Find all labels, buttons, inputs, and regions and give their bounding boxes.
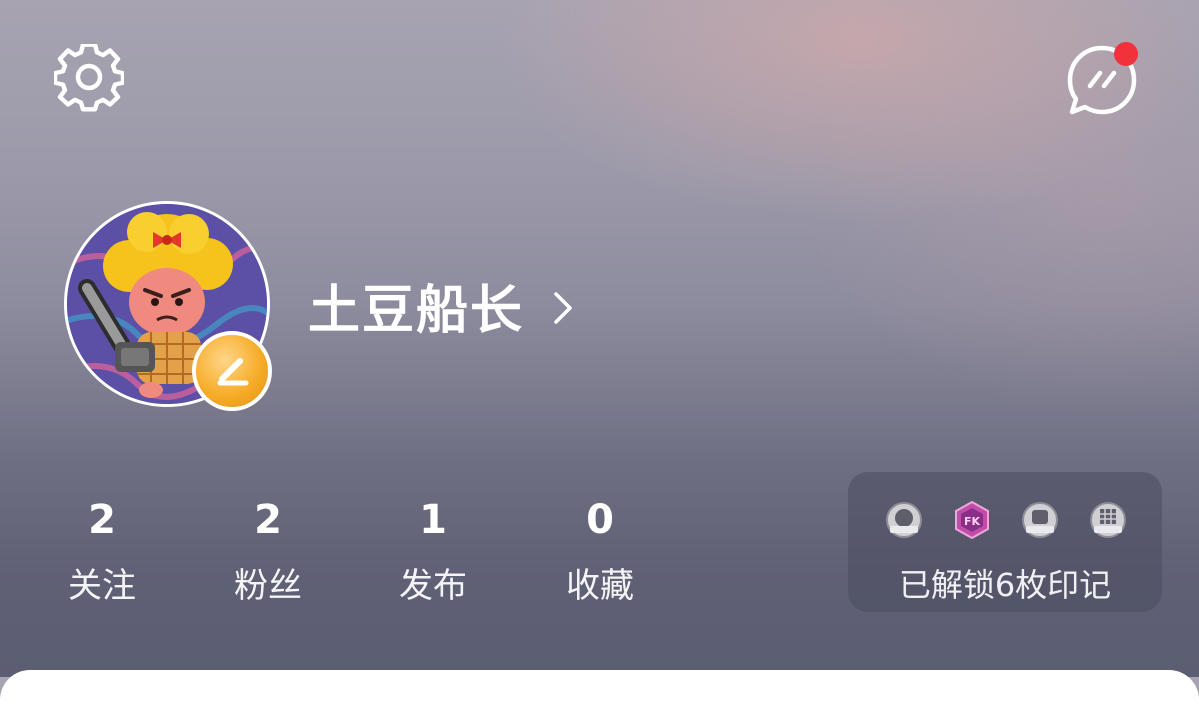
messages-button[interactable] (1064, 42, 1140, 118)
stat-followers[interactable]: 2 粉丝 (203, 496, 333, 608)
svg-text:FK: FK (964, 515, 981, 528)
verified-badge (192, 331, 272, 411)
stat-label: 关注 (68, 566, 136, 606)
stat-value: 1 (419, 497, 447, 543)
username: 土豆船长 (308, 281, 525, 341)
notification-dot (1114, 42, 1138, 66)
avatar-container[interactable] (64, 201, 272, 411)
content-sheet (0, 670, 1199, 710)
stat-label: 收藏 (566, 566, 634, 606)
stat-posts[interactable]: 1 发布 (368, 496, 498, 608)
badge-icons: FK (884, 500, 1128, 540)
stat-favorites[interactable]: 0 收藏 (535, 496, 665, 608)
badge-summary: 已解锁6枚印记 (898, 566, 1112, 604)
stat-following[interactable]: 2 关注 (37, 496, 167, 608)
stat-label: 粉丝 (234, 566, 302, 606)
gear-icon (54, 44, 124, 112)
silver-medal-icon (886, 502, 922, 538)
badge-panel[interactable]: FK 已解锁6枚印记 (848, 472, 1162, 612)
stat-value: 2 (88, 497, 116, 543)
chevron-right-icon (554, 291, 572, 324)
pink-hexagon-medal-icon: FK (955, 500, 989, 540)
pen-icon (217, 358, 249, 386)
stat-value: 2 (254, 497, 282, 543)
username-row[interactable]: 土豆船长 (308, 268, 574, 343)
stat-value: 0 (586, 497, 614, 543)
settings-button[interactable] (52, 42, 126, 116)
silver-medal-icon (1090, 502, 1126, 538)
silver-medal-icon (1022, 502, 1058, 538)
stat-label: 发布 (399, 566, 467, 606)
